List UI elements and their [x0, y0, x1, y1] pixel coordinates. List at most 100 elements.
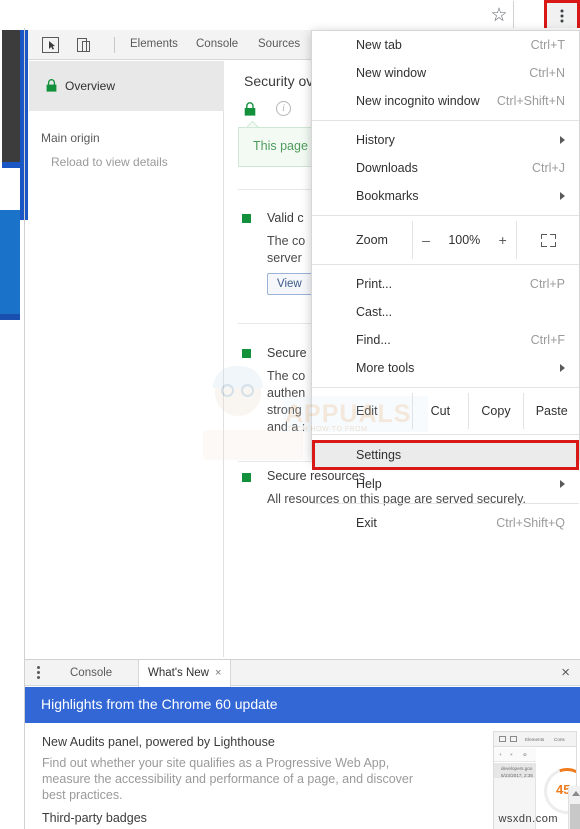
device-toolbar-icon[interactable]	[76, 37, 93, 53]
green-lock-icon	[46, 79, 57, 92]
thumbnail-add-icon: +	[499, 752, 502, 757]
thumbnail-tab-elements: Elements	[525, 737, 545, 742]
page-blue-accent-mid	[0, 210, 20, 318]
zoom-in-button[interactable]: +	[499, 232, 507, 248]
close-tab-icon[interactable]: ×	[215, 667, 221, 679]
menu-separator	[312, 215, 579, 216]
menu-item-new-tab[interactable]: New tab Ctrl+T	[312, 31, 579, 59]
menu-separator	[312, 503, 579, 504]
cut-button[interactable]: Cut	[412, 393, 468, 429]
fullscreen-button[interactable]	[517, 221, 579, 259]
devtools-tab-console[interactable]: Console	[196, 38, 238, 50]
zoom-out-button[interactable]: –	[422, 232, 430, 248]
copy-button[interactable]: Copy	[467, 393, 524, 429]
zoom-label: Zoom	[356, 233, 388, 247]
status-square-icon	[242, 349, 251, 358]
menu-item-label: Print...	[356, 277, 393, 291]
zoom-controls: – 100% +	[412, 221, 517, 259]
menu-item-bookmarks[interactable]: Bookmarks	[312, 182, 579, 210]
inspect-element-icon[interactable]	[42, 37, 59, 53]
menu-separator	[312, 264, 579, 265]
security-callout-text: This page i	[253, 139, 315, 153]
menu-item-shortcut: Ctrl+Shift+Q	[496, 516, 565, 530]
menu-item-help[interactable]: Help	[312, 470, 579, 498]
menu-separator	[312, 120, 579, 121]
menu-item-new-window[interactable]: New window Ctrl+N	[312, 59, 579, 87]
site-watermark: wsxdn.com	[498, 813, 558, 825]
scrollbar-thumb[interactable]	[570, 804, 580, 829]
menu-item-label: New incognito window	[356, 94, 480, 108]
menu-item-label: Find...	[356, 333, 391, 347]
menu-item-more-tools[interactable]: More tools	[312, 354, 579, 382]
menu-item-shortcut: Ctrl+Shift+N	[496, 94, 565, 108]
edit-label: Edit	[356, 404, 378, 418]
sidebar-item-overview[interactable]: Overview	[29, 61, 224, 111]
menu-separator	[312, 387, 579, 388]
drawer-tab-console[interactable]: Console	[61, 660, 121, 686]
devtools-tab-elements[interactable]: Elements	[130, 38, 178, 50]
page-blue-accent-mid-edge	[0, 314, 20, 320]
menu-item-label: Settings	[356, 448, 402, 462]
chevron-right-icon	[560, 364, 565, 372]
menu-item-exit[interactable]: Exit Ctrl+Shift+Q	[312, 509, 579, 537]
chevron-right-icon	[560, 136, 565, 144]
device-toolbar-icon	[510, 736, 517, 742]
chrome-menu-kebab-icon	[560, 9, 564, 23]
drawer-scrollbar[interactable]	[568, 786, 580, 829]
whats-new-entry-heading: New Audits panel, powered by Lighthouse	[42, 735, 275, 749]
menu-item-find[interactable]: Find... Ctrl+F	[312, 326, 579, 354]
thumbnail-entry-host: developers.goo	[501, 766, 533, 771]
thumbnail-block-icon: ⊘	[523, 752, 527, 757]
menu-item-label: More tools	[356, 361, 415, 375]
menu-row-edit: Edit Cut Copy Paste	[312, 393, 579, 429]
menu-item-label: New tab	[356, 38, 402, 52]
menu-item-new-incognito-window[interactable]: New incognito window Ctrl+Shift+N	[312, 87, 579, 115]
close-drawer-icon[interactable]: ×	[561, 665, 570, 681]
inspect-element-icon	[499, 736, 506, 742]
chevron-right-icon	[560, 192, 565, 200]
status-square-icon	[242, 214, 251, 223]
whats-new-entry-body: Find out whether your site qualifies as …	[42, 756, 414, 802]
fullscreen-icon	[540, 233, 556, 247]
toolbar-separator	[114, 37, 115, 53]
sidebar-item-overview-label: Overview	[65, 79, 116, 93]
thumbnail-entry-date: 5/23/2017, 2:35	[501, 773, 533, 778]
drawer-tabbar: Console What's New × ×	[25, 660, 580, 687]
menu-item-downloads[interactable]: Downloads Ctrl+J	[312, 154, 579, 182]
menu-item-shortcut: Ctrl+P	[529, 277, 565, 291]
zoom-level-value: 100%	[448, 233, 481, 247]
info-circle-icon[interactable]: i	[276, 101, 291, 116]
whats-new-entry-heading: Third-party badges	[42, 811, 147, 825]
chevron-right-icon	[560, 480, 565, 488]
menu-item-settings[interactable]: Settings	[312, 440, 579, 470]
omnibox-input[interactable]	[0, 1, 514, 31]
devtools-drawer: Console What's New × × Highlights from th…	[25, 659, 580, 829]
menu-item-label: Bookmarks	[356, 189, 419, 203]
menu-item-cast[interactable]: Cast...	[312, 298, 579, 326]
menu-item-shortcut: Ctrl+N	[529, 66, 565, 80]
paste-button[interactable]: Paste	[523, 393, 579, 429]
devtools-tab-sources[interactable]: Sources	[258, 38, 300, 50]
thumbnail-tab-console: Cons	[554, 737, 565, 742]
bookmark-star-icon[interactable]: ☆	[489, 6, 509, 26]
menu-item-label: New window	[356, 66, 427, 80]
whats-new-body: New Audits panel, powered by Lighthouse …	[25, 723, 580, 829]
scroll-up-arrow-icon[interactable]	[572, 791, 580, 796]
whats-new-banner-text: Highlights from the Chrome 60 update	[41, 696, 278, 712]
security-badge-row: i	[244, 101, 291, 116]
drawer-menu-icon[interactable]	[37, 666, 40, 679]
menu-item-label: History	[356, 133, 395, 147]
menu-item-label: Help	[356, 477, 382, 491]
menu-row-zoom: Zoom – 100% +	[312, 221, 579, 259]
menu-item-history[interactable]: History	[312, 126, 579, 154]
whats-new-banner: Highlights from the Chrome 60 update	[25, 687, 580, 723]
menu-item-print[interactable]: Print... Ctrl+P	[312, 270, 579, 298]
menu-item-shortcut: Ctrl+F	[530, 333, 565, 347]
page-blue-cap	[2, 162, 20, 168]
status-square-icon	[242, 473, 251, 482]
security-section-heading: Secure	[267, 346, 307, 360]
security-section-heading: Valid c	[267, 211, 304, 225]
menu-item-shortcut: Ctrl+T	[530, 38, 565, 52]
drawer-tab-whats-new[interactable]: What's New ×	[138, 660, 232, 687]
menu-item-label: Downloads	[356, 161, 418, 175]
